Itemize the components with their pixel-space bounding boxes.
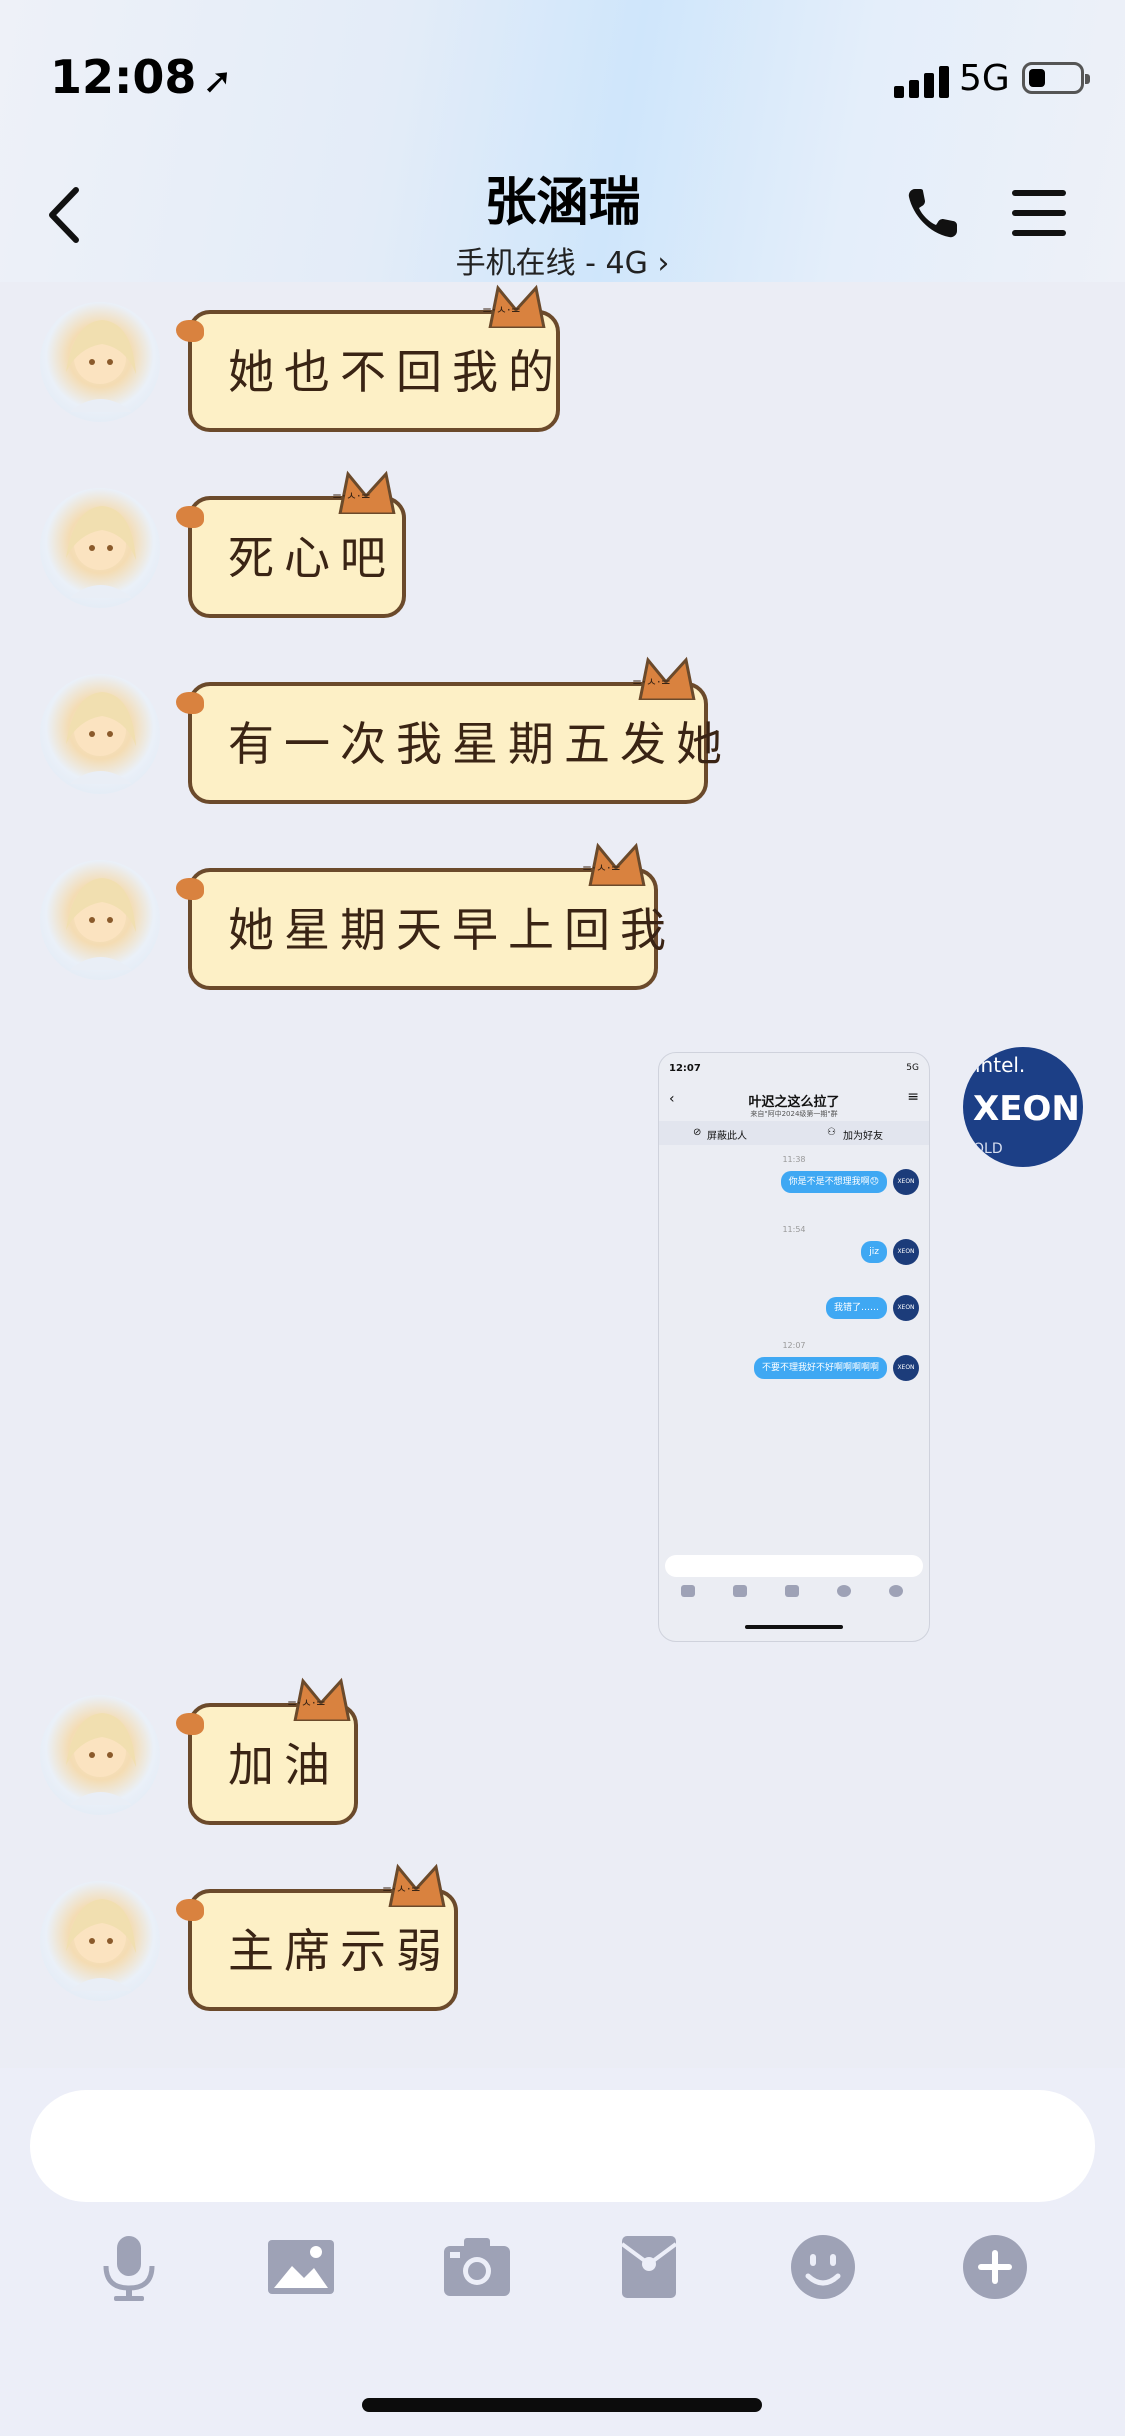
- message-bubble[interactable]: =·ㅅ·= 主席示弱: [176, 1863, 458, 2011]
- contact-avatar[interactable]: [40, 488, 160, 608]
- menu-icon[interactable]: [1012, 190, 1066, 238]
- message-bubble[interactable]: =·ㅅ·= 死心吧: [176, 470, 406, 618]
- shot-input: [665, 1555, 923, 1577]
- cat-ears-icon: =·ㅅ·=: [332, 470, 396, 514]
- image-message[interactable]: 12:07 5G ‹ 叶迟之这么拉了 来自"阿中2024级第一期"群 ≡ ⊘ 屏…: [658, 1052, 930, 1642]
- microphone-icon[interactable]: [94, 2232, 164, 2302]
- message-bubble[interactable]: =·ㅅ·= 她星期天早上回我: [176, 842, 666, 990]
- camera-icon[interactable]: [442, 2232, 512, 2302]
- shot-menu-icon: ≡: [907, 1089, 919, 1105]
- svg-text:=·ㅅ·=: =·ㅅ·=: [287, 1696, 326, 1710]
- message-bubble[interactable]: =·ㅅ·= 她也不回我的: [176, 284, 560, 432]
- emoji-icon[interactable]: [788, 2232, 858, 2302]
- shot-home-indicator: [745, 1625, 843, 1629]
- cat-tail-icon: [176, 320, 204, 342]
- chevron-right-icon: ›: [647, 246, 670, 281]
- svg-text:=·ㅅ·=: =·ㅅ·=: [632, 675, 671, 689]
- svg-text:=·ㅅ·=: =·ㅅ·=: [332, 489, 371, 503]
- contact-avatar[interactable]: [40, 302, 160, 422]
- contact-avatar[interactable]: [40, 1695, 160, 1815]
- cat-ears-icon: =·ㅅ·=: [482, 284, 546, 328]
- contact-avatar[interactable]: [40, 674, 160, 794]
- anime-avatar-icon: [66, 320, 136, 412]
- cat-ears-icon: =·ㅅ·=: [632, 656, 696, 700]
- shot-network: 5G: [906, 1063, 919, 1073]
- image-icon[interactable]: [266, 2232, 336, 2302]
- home-indicator[interactable]: [362, 2398, 762, 2412]
- signal-icon: [894, 64, 950, 98]
- cat-tail-icon: [176, 1713, 204, 1735]
- cat-ears-icon: =·ㅅ·=: [582, 842, 646, 886]
- svg-text:=·ㅅ·=: =·ㅅ·=: [582, 861, 621, 875]
- cat-tail-icon: [176, 692, 204, 714]
- shot-action-bar: ⊘ 屏蔽此人 ⚇ 加为好友: [659, 1121, 929, 1145]
- cat-tail-icon: [176, 878, 204, 900]
- battery-icon: [1022, 62, 1090, 94]
- status-time: 12:08 ➚: [50, 50, 233, 104]
- phone-call-icon[interactable]: [905, 185, 961, 241]
- message-input[interactable]: [30, 2090, 1095, 2202]
- anime-avatar-icon: [66, 1713, 136, 1805]
- chat-header: 12:08 ➚ 5G 张涵瑞 手机在线 - 4G ›: [0, 0, 1125, 282]
- message-bubble[interactable]: =·ㅅ·= 加油: [176, 1677, 358, 1825]
- contact-avatar[interactable]: [40, 860, 160, 980]
- svg-text:=·ㅅ·=: =·ㅅ·=: [482, 303, 521, 317]
- shot-toolbar: [659, 1585, 929, 1605]
- message-bubble[interactable]: =·ㅅ·= 有一次我星期五发她: [176, 656, 722, 804]
- plus-icon[interactable]: [960, 2232, 1030, 2302]
- cat-tail-icon: [176, 1899, 204, 1921]
- network-label: 5G: [959, 58, 1010, 99]
- anime-avatar-icon: [66, 1899, 136, 1991]
- svg-text:=·ㅅ·=: =·ㅅ·=: [382, 1882, 421, 1896]
- gold-corner: [1049, 1137, 1083, 1167]
- anime-avatar-icon: [66, 506, 136, 598]
- shot-block-icon: ⊘: [693, 1127, 702, 1138]
- online-status[interactable]: 手机在线 - 4G ›: [0, 238, 1125, 282]
- red-packet-icon[interactable]: [614, 2232, 684, 2302]
- anime-avatar-icon: [66, 692, 136, 784]
- self-avatar[interactable]: intel. XEON OLD: [963, 1047, 1083, 1167]
- contact-avatar[interactable]: [40, 1881, 160, 2001]
- cat-tail-icon: [176, 506, 204, 528]
- location-arrow-icon: ➚: [202, 61, 233, 102]
- cat-ears-icon: =·ㅅ·=: [382, 1863, 446, 1907]
- shot-add-friend-icon: ⚇: [827, 1127, 836, 1138]
- anime-avatar-icon: [66, 878, 136, 970]
- cat-ears-icon: =·ㅅ·=: [287, 1677, 351, 1721]
